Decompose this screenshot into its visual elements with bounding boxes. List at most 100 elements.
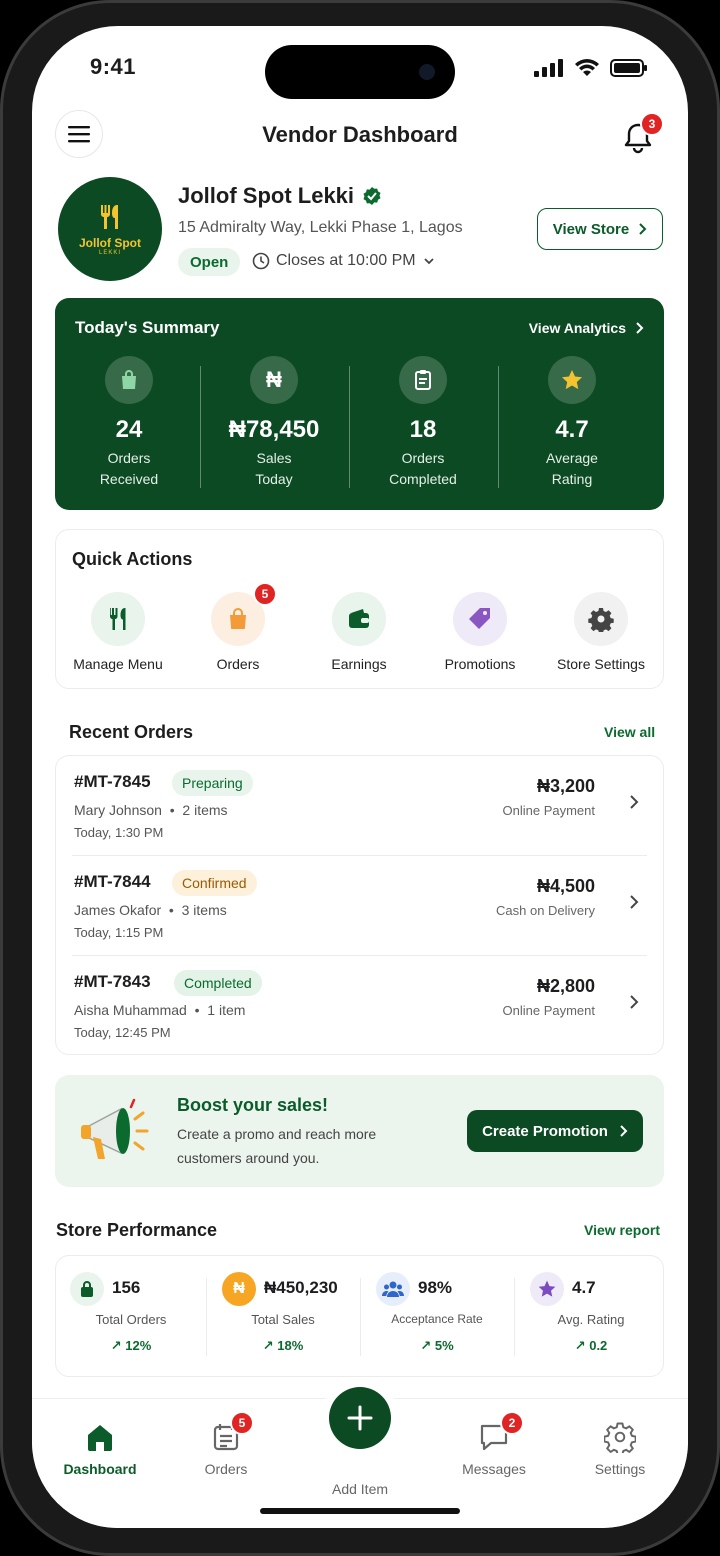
recent-orders-title: Recent Orders bbox=[69, 722, 194, 742]
gear-icon bbox=[574, 592, 628, 646]
nav-label: Settings bbox=[594, 1461, 646, 1477]
star-icon bbox=[548, 356, 596, 404]
view-all-orders-link[interactable]: View all bbox=[604, 724, 655, 740]
chevron-down-icon bbox=[423, 258, 434, 265]
quick-action-manage-menu[interactable]: Manage Menu bbox=[58, 592, 178, 672]
add-item-button[interactable] bbox=[329, 1387, 391, 1449]
order-time: Today, 1:15 PM bbox=[74, 925, 164, 940]
order-row[interactable]: #MT-7844 Confirmed James Okafor • 3 item… bbox=[56, 856, 665, 956]
metric-trend: ↗ 0.2 bbox=[574, 1338, 608, 1353]
view-report-link[interactable]: View report bbox=[584, 1222, 660, 1238]
metric-trend-value: 18% bbox=[277, 1338, 304, 1353]
order-payment-method: Online Payment bbox=[502, 1003, 596, 1018]
order-amount: ₦3,200 bbox=[536, 776, 595, 796]
metric-acceptance-rate: 98% Acceptance Rate ↗ 5% bbox=[362, 1272, 512, 1362]
stat-label: Orders Received bbox=[55, 448, 203, 490]
quick-action-label: Promotions bbox=[444, 656, 516, 672]
nav-label: Dashboard bbox=[63, 1461, 137, 1477]
view-analytics-label: View Analytics bbox=[528, 320, 626, 336]
store-performance-title: Store Performance bbox=[56, 1220, 218, 1240]
chevron-right-icon bbox=[630, 895, 639, 909]
order-customer: Aisha Muhammad bbox=[74, 1002, 187, 1018]
nav-orders[interactable]: 5 Orders bbox=[176, 1411, 276, 1477]
camera-icon bbox=[419, 64, 435, 80]
shopping-bag-icon: 5 bbox=[211, 582, 277, 646]
logo-sub: LEKKI bbox=[98, 250, 121, 256]
stat-label-line2: Received bbox=[99, 471, 159, 487]
order-status-badge: Preparing bbox=[172, 770, 253, 796]
stat-label-line2: Completed bbox=[389, 471, 457, 487]
quick-action-promotions[interactable]: Promotions bbox=[420, 592, 540, 672]
gear-icon bbox=[603, 1421, 637, 1456]
nav-add-item[interactable]: Add Item bbox=[310, 1467, 410, 1497]
order-amount: ₦4,500 bbox=[536, 876, 595, 896]
store-address: 15 Admiralty Way, Lekki Phase 1, Lagos bbox=[178, 219, 463, 236]
stat-label-line1: Orders bbox=[107, 450, 151, 466]
nav-messages[interactable]: 2 Messages bbox=[444, 1411, 544, 1477]
nav-label: Messages bbox=[462, 1461, 526, 1477]
todays-summary-card: Today's Summary View Analytics 24 Orders… bbox=[55, 298, 664, 510]
stat-label-line1: Orders bbox=[401, 450, 445, 466]
order-payment-method: Online Payment bbox=[502, 803, 596, 818]
stat-value: 18 bbox=[409, 416, 437, 443]
quick-action-label: Store Settings bbox=[557, 656, 645, 672]
nav-dashboard[interactable]: Dashboard bbox=[50, 1421, 150, 1477]
nav-label: Add Item bbox=[331, 1481, 389, 1497]
tag-icon bbox=[453, 592, 507, 646]
metric-divider bbox=[360, 1278, 361, 1356]
stat-label-line1: Sales bbox=[256, 450, 292, 466]
clock-icon bbox=[252, 252, 270, 270]
metric-label: Total Orders bbox=[95, 1312, 167, 1327]
metric-trend: ↗ 12% bbox=[110, 1338, 152, 1353]
signal-icon bbox=[534, 59, 563, 77]
order-time: Today, 12:45 PM bbox=[74, 1025, 171, 1040]
closing-time: Closes at 10:00 PM bbox=[276, 252, 416, 269]
quick-action-label: Orders bbox=[216, 656, 260, 672]
stat-label-line1: Average bbox=[546, 450, 598, 466]
quick-action-earnings[interactable]: Earnings bbox=[299, 592, 419, 672]
quick-action-store-settings[interactable]: Store Settings bbox=[541, 592, 661, 672]
logo-name: Jollof Spot bbox=[79, 236, 141, 250]
store-name: Jollof Spot Lekki bbox=[178, 183, 355, 208]
order-items: 2 items bbox=[182, 802, 228, 818]
stat-value: 4.7 bbox=[555, 416, 589, 443]
store-status-badge: Open bbox=[178, 248, 241, 276]
chevron-right-icon bbox=[639, 223, 647, 235]
chevron-right-icon bbox=[630, 795, 639, 809]
create-promotion-label: Create Promotion bbox=[482, 1122, 608, 1140]
order-customer: James Okafor bbox=[74, 902, 162, 918]
notifications-button[interactable]: 3 bbox=[620, 112, 664, 158]
create-promotion-button[interactable]: Create Promotion bbox=[467, 1110, 643, 1152]
metric-label: Acceptance Rate bbox=[391, 1312, 483, 1326]
chevron-right-icon bbox=[620, 1125, 628, 1137]
chat-icon: 2 bbox=[478, 1411, 524, 1453]
view-analytics-link[interactable]: View Analytics bbox=[529, 320, 644, 336]
order-row[interactable]: #MT-7845 Preparing Mary Johnson • 2 item… bbox=[56, 756, 665, 856]
store-logo: Jollof Spot LEKKI bbox=[58, 177, 162, 281]
stat-sales-today: ₦ ₦78,450 Sales Today bbox=[200, 356, 348, 490]
dynamic-island bbox=[265, 45, 455, 99]
order-items: 3 items bbox=[181, 902, 227, 918]
order-id: #MT-7845 bbox=[74, 772, 151, 791]
shopping-bag-icon bbox=[105, 356, 153, 404]
order-id: #MT-7844 bbox=[74, 872, 151, 891]
order-row[interactable]: #MT-7843 Completed Aisha Muhammad • 1 it… bbox=[56, 956, 665, 1056]
order-status-badge: Confirmed bbox=[172, 870, 257, 896]
order-time: Today, 1:30 PM bbox=[74, 825, 164, 840]
naira-coin-icon: ₦ bbox=[222, 1272, 256, 1306]
metric-trend-value: 12% bbox=[125, 1338, 152, 1353]
view-store-button[interactable]: View Store bbox=[537, 208, 663, 250]
stat-label: Average Rating bbox=[498, 448, 646, 490]
status-time: 9:41 bbox=[90, 54, 137, 79]
clipboard-icon bbox=[399, 356, 447, 404]
view-store-label: View Store bbox=[552, 220, 630, 238]
order-id: #MT-7843 bbox=[74, 972, 151, 991]
verified-icon bbox=[363, 187, 381, 205]
metric-value: 4.7 bbox=[572, 1278, 596, 1297]
closing-time-dropdown[interactable]: Closes at 10:00 PM bbox=[252, 252, 436, 270]
metric-total-orders: 156 Total Orders ↗ 12% bbox=[56, 1272, 206, 1362]
metric-label: Total Sales bbox=[251, 1312, 315, 1327]
plus-icon bbox=[347, 1405, 373, 1431]
nav-settings[interactable]: Settings bbox=[570, 1421, 670, 1477]
quick-action-orders[interactable]: 5 Orders bbox=[178, 582, 298, 672]
